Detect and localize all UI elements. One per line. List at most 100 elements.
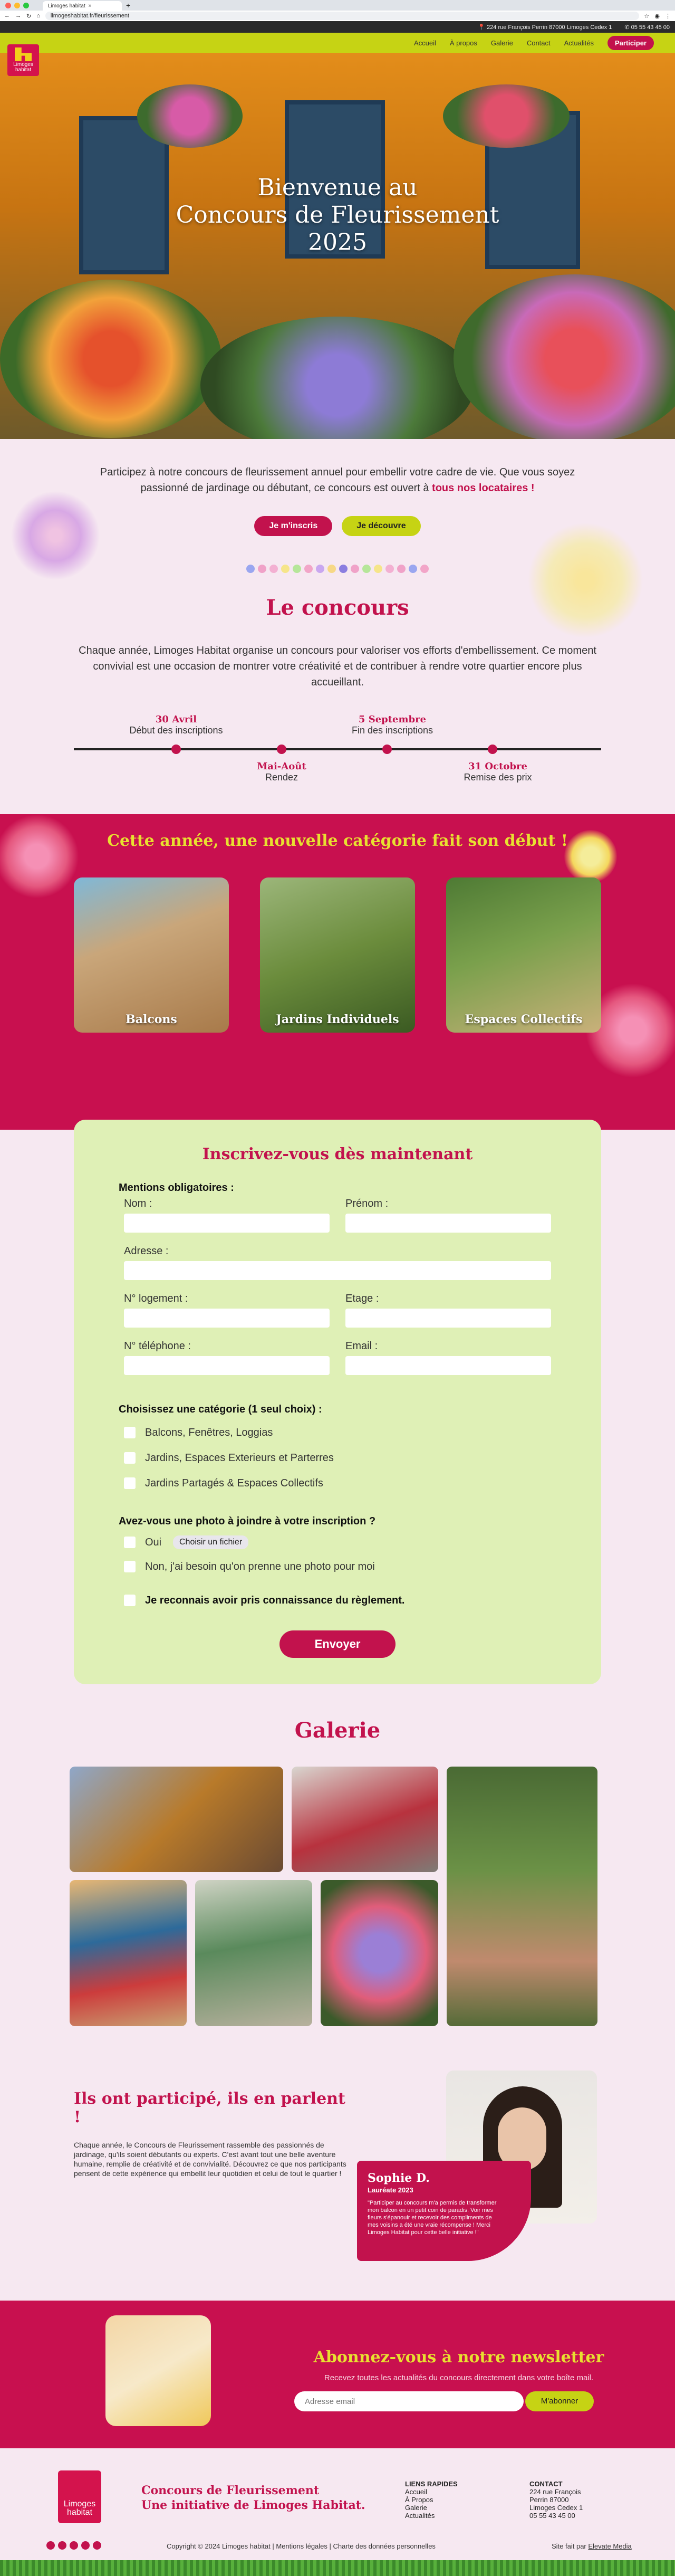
- file-chooser-button[interactable]: Choisir un fichier: [173, 1535, 249, 1549]
- nav-contact[interactable]: Contact: [527, 39, 551, 47]
- gallery-photo[interactable]: [447, 1767, 597, 2026]
- profile-icon[interactable]: ◉: [654, 13, 660, 20]
- menu-icon[interactable]: ⋮: [665, 13, 671, 20]
- instagram-icon[interactable]: [46, 2541, 55, 2550]
- logo-mark: [15, 47, 32, 61]
- gallery-photo[interactable]: [70, 1880, 187, 2026]
- minimize-window-icon[interactable]: [14, 2, 20, 8]
- nom-input[interactable]: [124, 1214, 330, 1233]
- phone-icon: ✆: [624, 24, 630, 31]
- gallery-photo[interactable]: [292, 1767, 438, 1872]
- timeline-label: Début des inscriptions: [129, 725, 223, 736]
- site-logo[interactable]: Limoges habitat: [7, 44, 39, 76]
- made-by: Site fait par Elevate Media: [552, 2542, 632, 2550]
- discover-button[interactable]: Je découvre: [342, 516, 421, 536]
- footer-title-line: Une initiative de Limoges Habitat.: [141, 2498, 365, 2512]
- gallery-photo[interactable]: [70, 1767, 283, 1872]
- category-option-label: Jardins, Espaces Exterieurs et Parterres: [145, 1452, 334, 1464]
- photo-no-checkbox[interactable]: [124, 1561, 136, 1572]
- close-window-icon[interactable]: [5, 2, 11, 8]
- forward-icon[interactable]: →: [15, 13, 21, 19]
- youtube-icon[interactable]: [81, 2541, 90, 2550]
- newsletter-section: Abonnez-vous à notre newsletter Recevez …: [0, 2301, 675, 2448]
- subscribe-button[interactable]: M'abonner: [525, 2391, 594, 2411]
- timeline-date: Mai-Août: [257, 761, 306, 772]
- timeline-step: 5 Septembre Fin des inscriptions: [329, 714, 456, 736]
- testimonial-name: Sophie D.: [368, 2171, 430, 2185]
- concours-text: Chaque année, Limoges Habitat organise u…: [79, 645, 596, 688]
- footer-link[interactable]: À Propos: [405, 2496, 458, 2504]
- category-checkbox-3[interactable]: [124, 1477, 136, 1489]
- category-card-jardins-individuels[interactable]: Jardins Individuels: [260, 877, 415, 1033]
- timeline-label: Rendez: [265, 772, 298, 783]
- footer-contact-line: Limoges Cedex 1: [529, 2504, 583, 2512]
- address-bar[interactable]: limogeshabitat.fr/fleurissement: [45, 12, 639, 20]
- register-button[interactable]: Je m'inscris: [254, 516, 333, 536]
- grass-decoration: [0, 2560, 675, 2576]
- prenom-input[interactable]: [345, 1214, 551, 1233]
- category-checkbox-1[interactable]: [124, 1427, 136, 1438]
- browser-tab[interactable]: Limoges habitat ×: [43, 1, 122, 11]
- telephone-input[interactable]: [124, 1356, 330, 1375]
- nav-a-propos[interactable]: À propos: [450, 39, 477, 47]
- hero-flowers: [454, 274, 675, 439]
- rules-checkbox[interactable]: [124, 1595, 136, 1606]
- participer-button[interactable]: Participer: [608, 35, 654, 50]
- testimonial-quote: "Participer au concours m'a permis de tr…: [368, 2200, 497, 2236]
- category-option-label: Balcons, Fenêtres, Loggias: [145, 1427, 273, 1438]
- home-icon[interactable]: ⌂: [36, 13, 40, 19]
- phone-text: 05 55 43 45 00: [631, 24, 670, 31]
- site-footer: Limoges habitat Concours de Fleurissemen…: [0, 2448, 675, 2576]
- timeline-step: 31 Octobre Remise des prix: [435, 761, 561, 783]
- photo-question: Avez-vous une photo à joindre à votre in…: [119, 1515, 376, 1527]
- timeline-dot: [171, 745, 181, 754]
- timeline-dot: [488, 745, 497, 754]
- new-tab-icon[interactable]: +: [126, 1, 130, 9]
- social-icons: [46, 2541, 101, 2550]
- footer-link[interactable]: Actualités: [405, 2512, 458, 2520]
- adresse-label: Adresse :: [124, 1245, 169, 1257]
- close-tab-icon[interactable]: ×: [89, 3, 92, 9]
- logement-input[interactable]: [124, 1309, 330, 1328]
- reload-icon[interactable]: ↻: [26, 13, 31, 20]
- footer-contact-line: 05 55 43 45 00: [529, 2512, 575, 2520]
- email-icon[interactable]: [93, 2541, 101, 2550]
- hero-title-line: 2025: [308, 229, 367, 256]
- hero-cta-group: Je m'inscris Je découvre: [0, 516, 675, 536]
- linkedin-icon[interactable]: [70, 2541, 78, 2550]
- back-icon[interactable]: ←: [4, 13, 10, 19]
- footer-contact-line: 224 rue François: [529, 2488, 581, 2496]
- maximize-window-icon[interactable]: [23, 2, 29, 8]
- etage-input[interactable]: [345, 1309, 551, 1328]
- timeline-label: Fin des inscriptions: [351, 725, 433, 736]
- nav-actualites[interactable]: Actualités: [564, 39, 594, 47]
- bookmark-star-icon[interactable]: ☆: [644, 13, 650, 20]
- email-label: Email :: [345, 1340, 378, 1352]
- timeline-dot: [277, 745, 286, 754]
- email-input[interactable]: [345, 1356, 551, 1375]
- category-checkbox-2[interactable]: [124, 1452, 136, 1464]
- footer-contact: CONTACT 224 rue François Perrin 87000 Li…: [529, 2480, 583, 2520]
- photo-yes-checkbox[interactable]: [124, 1537, 136, 1548]
- footer-link[interactable]: Galerie: [405, 2504, 458, 2512]
- facebook-icon[interactable]: [58, 2541, 66, 2550]
- nav-accueil[interactable]: Accueil: [414, 39, 436, 47]
- nav-galerie[interactable]: Galerie: [491, 39, 513, 47]
- category-card-balcons[interactable]: Balcons: [74, 877, 229, 1033]
- newsletter-email-input[interactable]: [294, 2391, 524, 2411]
- adresse-input[interactable]: [124, 1261, 551, 1280]
- category-card-espaces-collectifs[interactable]: Espaces Collectifs: [446, 877, 601, 1033]
- hero-flowers: [443, 84, 570, 148]
- gallery-photo[interactable]: [195, 1880, 312, 2026]
- agency-link[interactable]: Elevate Media: [588, 2542, 631, 2550]
- main-nav: Accueil À propos Galerie Contact Actuali…: [0, 33, 675, 53]
- timeline-date: 30 Avril: [155, 714, 197, 725]
- footer-logo-text: Limoges habitat: [63, 2499, 96, 2517]
- footer-title-line: Concours de Fleurissement: [141, 2484, 320, 2497]
- footer-link[interactable]: Accueil: [405, 2488, 458, 2496]
- submit-button[interactable]: Envoyer: [279, 1630, 396, 1658]
- footer-logo[interactable]: Limoges habitat: [58, 2470, 101, 2523]
- timeline: [74, 745, 601, 754]
- nom-label: Nom :: [124, 1198, 152, 1209]
- gallery-photo[interactable]: [321, 1880, 438, 2026]
